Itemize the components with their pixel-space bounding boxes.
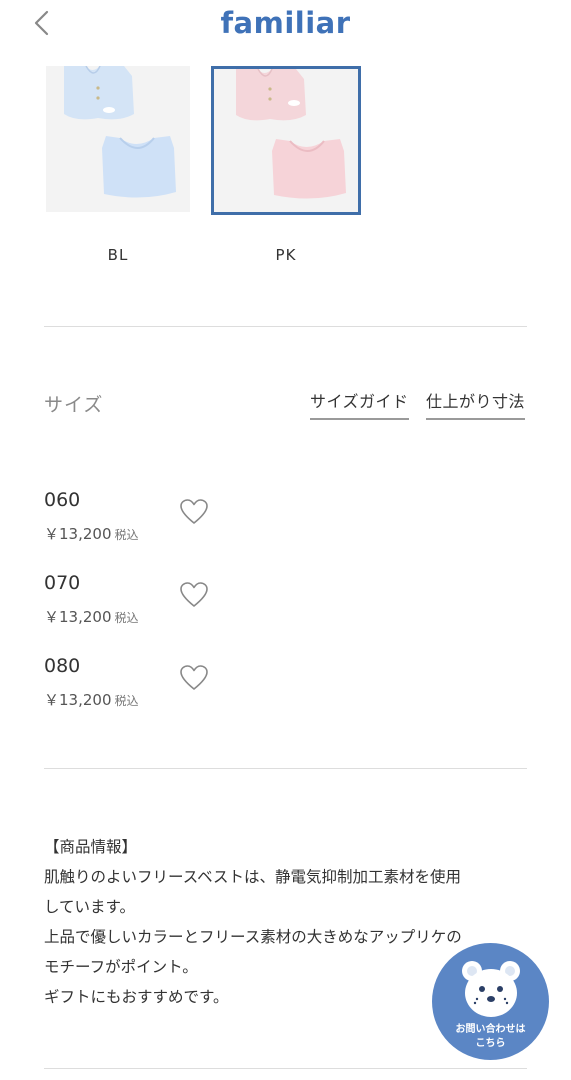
size-heading: サイズ	[44, 394, 104, 416]
header: familiar	[0, 0, 571, 52]
divider	[44, 1068, 527, 1069]
swatch-label-pk: PK	[275, 246, 297, 264]
contact-line-2: こちら	[475, 1038, 506, 1049]
tax-label: 税込	[114, 528, 139, 542]
size-price: ￥13,200 税込	[44, 689, 139, 710]
measurements-link[interactable]: 仕上がり寸法	[426, 388, 526, 420]
swatch-label-bl: BL	[107, 246, 129, 264]
favorite-button[interactable]	[179, 664, 209, 692]
favorite-button[interactable]	[179, 498, 209, 526]
brand-logo[interactable]: familiar	[0, 6, 571, 40]
product-info-line: しています。	[44, 898, 135, 916]
size-option-070[interactable]: 070 ￥13,200 税込	[44, 572, 244, 632]
divider	[44, 326, 527, 327]
contact-line-1: お問い合わせは	[455, 1024, 526, 1035]
product-image-pink	[211, 66, 361, 215]
price-value: ￥13,200	[44, 608, 112, 626]
tax-label: 税込	[114, 611, 139, 625]
price-value: ￥13,200	[44, 691, 112, 709]
size-option-080[interactable]: 080 ￥13,200 税込	[44, 655, 244, 715]
product-info-line: 肌触りのよいフリースベストは、静電気抑制加工素材を使用	[44, 868, 461, 886]
product-info-heading: 【商品情報】	[44, 838, 138, 856]
bear-icon	[462, 961, 520, 1017]
heart-outline-icon	[180, 665, 208, 690]
product-info-line: 上品で優しいカラーとフリース素材の大きめなアップリケの	[44, 928, 462, 946]
heart-outline-icon	[180, 582, 208, 607]
contact-button-label: お問い合わせは こちら	[432, 1023, 549, 1051]
size-code: 060	[44, 489, 81, 511]
size-price: ￥13,200 税込	[44, 606, 139, 627]
divider	[44, 768, 527, 769]
size-guide-link[interactable]: サイズガイド	[310, 388, 409, 420]
price-value: ￥13,200	[44, 525, 112, 543]
size-price: ￥13,200 税込	[44, 523, 139, 544]
tax-label: 税込	[114, 694, 139, 708]
size-code: 070	[44, 572, 81, 594]
favorite-button[interactable]	[179, 581, 209, 609]
product-image-blue	[46, 66, 190, 212]
contact-button[interactable]: お問い合わせは こちら	[432, 943, 549, 1060]
size-option-060[interactable]: 060 ￥13,200 税込	[44, 489, 244, 549]
size-code: 080	[44, 655, 81, 677]
heart-outline-icon	[180, 499, 208, 524]
